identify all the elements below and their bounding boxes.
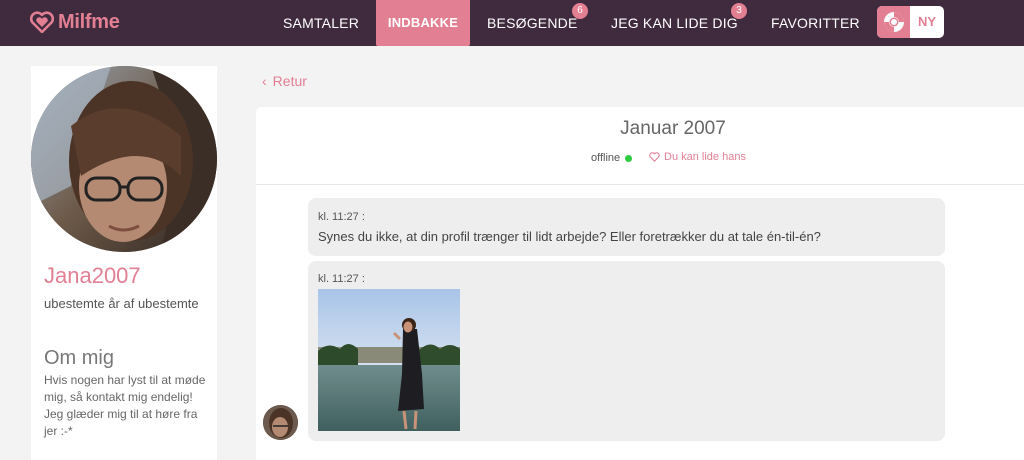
online-status: offline — [591, 152, 633, 164]
likes-count-badge: 3 — [731, 3, 747, 19]
status-dot-icon — [625, 154, 633, 162]
about-title: Om mig — [44, 347, 114, 369]
nav-favoritter[interactable]: FAVORITTER — [771, 0, 860, 46]
heart-logo-icon — [30, 11, 54, 33]
status-text: offline — [591, 152, 621, 164]
profile-username: Jana2007 — [44, 263, 141, 288]
about-text: Hvis nogen har lyst til at møde mig, så … — [44, 373, 206, 438]
lifebuoy-icon — [877, 6, 910, 38]
chevron-left-icon: ‹ — [262, 73, 267, 89]
ny-label: NY — [917, 14, 937, 29]
like-link[interactable]: Du kan lide hans — [649, 151, 746, 163]
logo[interactable]: Milfme — [30, 9, 120, 35]
like-label: Du kan lide hans — [664, 151, 746, 163]
message-time: kl. 11:27 : — [318, 273, 365, 285]
nav-jeg-kan-lide-dig[interactable]: JEG KAN LIDE DIG — [611, 0, 738, 46]
back-label: Retur — [272, 73, 307, 89]
chat-panel: Januar 2007 offline Du kan lide hans kl.… — [256, 107, 1024, 460]
chat-title: Januar 2007 — [620, 118, 726, 139]
message-bubble: kl. 11:27 : — [308, 261, 945, 441]
top-navbar: Milfme SAMTALER INDBAKKE BESØGENDE 6 JEG… — [0, 0, 1024, 46]
message-text: Synes du ikke, at din profil trænger til… — [318, 229, 821, 244]
ny-button[interactable]: NY — [877, 6, 944, 38]
message-bubble: kl. 11:27 : Synes du ikke, at din profil… — [308, 198, 945, 256]
heart-outline-icon — [649, 152, 660, 162]
back-link[interactable]: ‹ Retur — [262, 73, 307, 89]
message-time: kl. 11:27 : — [318, 211, 365, 223]
profile-age: ubestemte år af ubestemte — [44, 296, 199, 311]
nav-indbakke[interactable]: INDBAKKE — [376, 0, 470, 46]
sender-avatar[interactable] — [263, 405, 298, 440]
message-photo[interactable] — [318, 289, 460, 431]
profile-avatar[interactable] — [31, 66, 217, 252]
logo-text: Milfme — [58, 10, 120, 33]
chat-header: Januar 2007 offline Du kan lide hans — [256, 107, 1024, 185]
profile-card: Jana2007 ubestemte år af ubestemte Om mi… — [31, 66, 217, 460]
besogende-count-badge: 6 — [572, 3, 588, 19]
nav-samtaler[interactable]: SAMTALER — [283, 0, 359, 46]
nav-besogende[interactable]: BESØGENDE — [487, 0, 578, 46]
